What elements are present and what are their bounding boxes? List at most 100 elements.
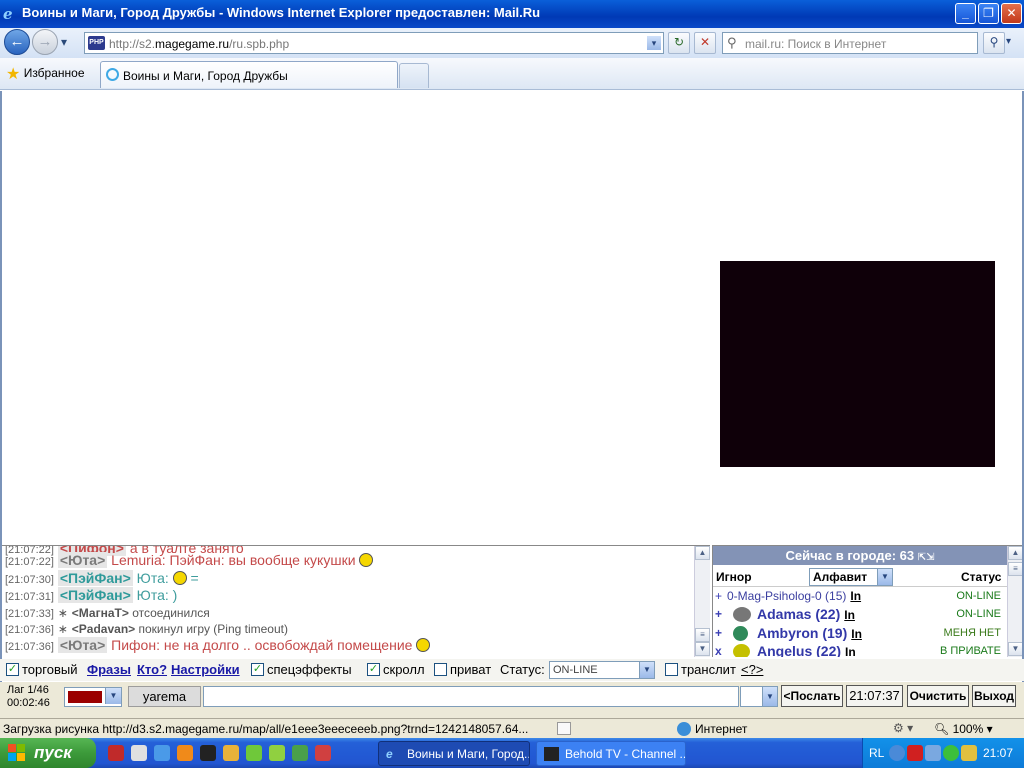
quicklaunch-icon[interactable] <box>292 745 308 761</box>
quicklaunch-icon[interactable] <box>131 745 147 761</box>
who-link[interactable]: Кто? <box>137 662 167 677</box>
player-avatar-icon <box>733 607 751 622</box>
player-row[interactable]: + Adamas (22) In ON-LINE <box>713 606 1007 624</box>
send-button[interactable]: <Послать <box>781 685 843 707</box>
recent-pages-dropdown[interactable]: ▾ <box>61 35 67 49</box>
search-placeholder: mail.ru: Поиск в Интернет <box>745 37 887 51</box>
chat-line: [21:07:31] <ПэйФан> Юта: ) <box>5 587 178 603</box>
settings-link[interactable]: Настройки <box>171 662 240 677</box>
trade-checkbox[interactable]: ✓ <box>6 663 19 676</box>
info-link[interactable]: In <box>844 608 855 622</box>
protected-mode-icon[interactable]: ⚙ ▾ <box>893 721 913 735</box>
translit-help-link[interactable]: <?> <box>741 662 763 677</box>
expand-icon[interactable]: ⇱⇲ <box>918 552 935 563</box>
favorites-button[interactable]: ★ Избранное <box>6 64 85 84</box>
system-tray: RL 21:07 <box>862 738 1024 768</box>
status-select[interactable]: ON-LINE ▼ <box>549 661 655 679</box>
quicklaunch-icon[interactable] <box>269 745 285 761</box>
text-color-select[interactable]: ▼ <box>64 687 122 707</box>
info-link[interactable]: In <box>851 627 862 641</box>
effects-checkbox[interactable]: ✓ <box>251 663 264 676</box>
info-link[interactable]: In <box>850 589 861 603</box>
chat-line: [21:07:36] <Юта> Пифон: не на долго .. о… <box>5 637 431 653</box>
window-title: Воины и Маги, Город Дружбы - Windows Int… <box>22 5 541 20</box>
stop-button[interactable]: ✕ <box>694 32 716 54</box>
favorites-bar: ★ Избранное Воины и Маги, Город Дружбы <box>0 58 1024 90</box>
scroll-down-icon[interactable]: ▼ <box>695 642 710 656</box>
chat-input-bar: Лаг 1/46 00:02:46 ▼ yarema ▼ <Послать 21… <box>0 682 1024 718</box>
clear-button[interactable]: Очистить <box>907 685 969 707</box>
scroll-thumb[interactable]: ≡ <box>695 628 710 642</box>
private-checkbox[interactable] <box>434 663 447 676</box>
tray-icon[interactable] <box>925 745 941 761</box>
taskbar-item-tv[interactable]: Behold TV - Channel ... <box>536 741 686 766</box>
scroll-thumb[interactable]: ≡ <box>1008 562 1022 576</box>
nick-button[interactable]: yarema <box>128 686 201 707</box>
address-url: http://s2.magegame.ru/ru.spb.php <box>109 37 290 51</box>
translit-checkbox[interactable] <box>665 663 678 676</box>
scroll-up-icon[interactable]: ▲ <box>1008 546 1022 560</box>
player-row[interactable]: + 0-Mag-Psiholog-0 (15) In ON-LINE <box>713 588 1007 606</box>
player-row[interactable]: x Angelus (22) In В ПРИВАТЕ <box>713 643 1007 657</box>
scroll-down-icon[interactable]: ▼ <box>1008 642 1022 656</box>
chat-line: [21:07:30] <ПэйФан> Юта: = <box>5 570 199 586</box>
tray-icon[interactable] <box>907 745 923 761</box>
search-input[interactable]: ⚲ mail.ru: Поиск в Интернет <box>722 32 978 54</box>
info-link[interactable]: In <box>845 645 856 657</box>
start-button[interactable]: пуск <box>0 738 96 768</box>
forward-button[interactable]: → <box>32 29 58 55</box>
game-view[interactable] <box>720 261 995 467</box>
taskbar-item-browser[interactable]: e Воины и Маги, Город... <box>378 741 530 766</box>
quicklaunch-icon[interactable] <box>246 745 262 761</box>
player-row[interactable]: + Ambyron (19) In МЕНЯ НЕТ <box>713 625 1007 643</box>
message-input[interactable] <box>203 686 739 707</box>
close-button[interactable]: ✕ <box>1001 3 1022 24</box>
address-dropdown-icon[interactable]: ▾ <box>647 36 661 50</box>
private-label: приват <box>450 662 492 677</box>
zoom-control[interactable]: 🔍︎ 100% ▾ <box>934 722 993 736</box>
page-icon <box>557 722 571 735</box>
minimize-button[interactable]: _ <box>955 3 976 24</box>
sort-select[interactable]: Алфавит ▼ <box>809 568 893 586</box>
search-go-button[interactable]: ⚲ <box>983 32 1005 54</box>
refresh-button[interactable]: ↻ <box>668 32 690 54</box>
zone-label: Интернет <box>695 722 748 736</box>
windows-logo-icon <box>8 744 26 762</box>
quicklaunch-icon[interactable] <box>108 745 124 761</box>
lag-indicator: Лаг 1/46 00:02:46 <box>7 684 50 709</box>
tray-icon[interactable] <box>961 745 977 761</box>
php-page-icon: PHP <box>88 36 105 50</box>
quicklaunch-icon[interactable] <box>154 745 170 761</box>
loading-icon <box>106 68 119 81</box>
player-avatar-icon <box>733 644 750 657</box>
chat-panel: [21:07:22] <Пифон> а в туалте занято [21… <box>2 545 710 657</box>
chevron-down-icon: ▼ <box>639 662 654 678</box>
maximize-button[interactable]: ❐ <box>978 3 999 24</box>
status-text: Загрузка рисунка http://d3.s2.magegame.r… <box>3 722 529 736</box>
quicklaunch-icon[interactable] <box>315 745 331 761</box>
address-bar[interactable]: PHP http://s2.magegame.ru/ru.spb.php ▾ <box>84 32 664 54</box>
tab-active[interactable]: Воины и Маги, Город Дружбы <box>100 61 398 88</box>
quicklaunch-icon[interactable] <box>223 745 239 761</box>
online-scrollbar[interactable]: ▲ ≡ ▼ <box>1007 546 1022 657</box>
quicklaunch-icon[interactable] <box>200 745 216 761</box>
ignore-column-label: Игнор <box>716 570 752 584</box>
scroll-label: скролл <box>383 662 425 677</box>
scroll-checkbox[interactable]: ✓ <box>367 663 380 676</box>
quicklaunch-icon[interactable] <box>177 745 193 761</box>
history-select[interactable]: ▼ <box>740 686 778 707</box>
tray-clock: 21:07 <box>983 746 1014 760</box>
star-icon: ★ <box>6 66 21 83</box>
chat-scrollbar[interactable]: ▲ ≡ ▼ <box>694 546 710 657</box>
language-indicator[interactable]: RL <box>869 746 884 760</box>
scroll-up-icon[interactable]: ▲ <box>695 546 710 560</box>
translit-label: транслит <box>681 662 736 677</box>
back-button[interactable]: ← <box>4 29 30 55</box>
tab-title: Воины и Маги, Город Дружбы <box>123 69 288 83</box>
search-options-dropdown[interactable]: ▾ <box>1006 36 1011 47</box>
new-tab-button[interactable] <box>399 63 429 88</box>
tray-icon[interactable] <box>889 745 905 761</box>
phrases-link[interactable]: Фразы <box>87 662 131 677</box>
exit-button[interactable]: Выход <box>972 685 1016 707</box>
tray-icon[interactable] <box>943 745 959 761</box>
